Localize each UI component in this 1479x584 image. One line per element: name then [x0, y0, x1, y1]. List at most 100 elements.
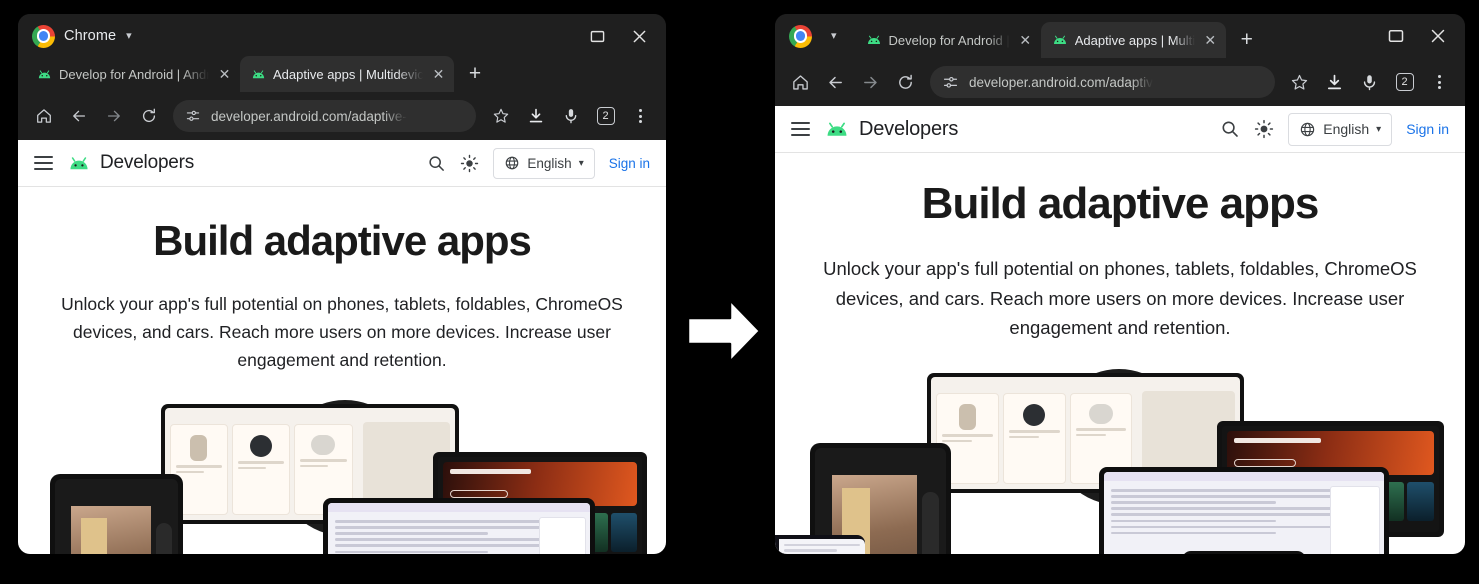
window-controls-right: [1375, 14, 1459, 58]
tab-close-icon[interactable]: ✕: [1202, 32, 1219, 49]
android-icon: [67, 154, 91, 173]
address-bar-left[interactable]: developer.android.com/adaptive-: [173, 100, 476, 132]
tab-title: Develop for Android |: [889, 33, 1010, 48]
url-text[interactable]: developer.android.com/adaptive-: [211, 109, 407, 124]
transition-arrow: [684, 293, 764, 374]
maximize-button-right[interactable]: [1375, 16, 1417, 56]
android-icon: [1052, 33, 1068, 47]
tab-count-button-right[interactable]: 2: [1388, 66, 1421, 99]
chrome-logo-icon: [32, 25, 55, 48]
chevron-down-icon[interactable]: ▾: [831, 31, 837, 42]
site-settings-icon[interactable]: [185, 108, 201, 124]
reload-button-left[interactable]: [132, 100, 165, 133]
home-icon: [35, 107, 53, 125]
brightness-icon[interactable]: [460, 154, 479, 173]
home-button-left[interactable]: [27, 100, 60, 133]
tab-adaptive-apps-left[interactable]: Adaptive apps | Multidevic ✕: [240, 56, 454, 92]
page-subtitle: Unlock your app's full potential on phon…: [805, 254, 1435, 343]
page-subtitle: Unlock your app's full potential on phon…: [42, 290, 642, 374]
globe-icon: [504, 155, 520, 171]
search-icon[interactable]: [1220, 119, 1240, 139]
site-header-actions-left: English ▾ Sign in: [427, 148, 650, 179]
tab-close-icon[interactable]: ✕: [430, 66, 447, 83]
site-header-left: Developers English ▾ Sign in: [18, 140, 666, 187]
back-button-left[interactable]: [62, 100, 95, 133]
tab-close-icon[interactable]: ✕: [216, 66, 233, 83]
sign-in-link-left[interactable]: Sign in: [609, 156, 650, 171]
search-icon[interactable]: [427, 154, 446, 173]
tab-count-button-left[interactable]: 2: [589, 100, 622, 133]
back-button-right[interactable]: [819, 66, 852, 99]
hero-section-left: Build adaptive apps Unlock your app's fu…: [18, 187, 666, 374]
device-illustration-left: [18, 400, 666, 554]
forward-arrow-icon: [105, 107, 123, 125]
site-brand-right[interactable]: Developers: [824, 118, 958, 141]
tab-count-badge: 2: [597, 107, 615, 125]
url-text[interactable]: developer.android.com/adaptiv: [969, 75, 1153, 90]
small-tablet-graphic: [775, 535, 865, 554]
globe-icon: [1299, 121, 1316, 138]
chrome-menu-button-right[interactable]: [1423, 66, 1456, 99]
tab-develop-for-android-right[interactable]: Develop for Android | ✕: [855, 22, 1041, 58]
reload-button-right[interactable]: [889, 66, 922, 99]
page-title: Build adaptive apps: [789, 179, 1451, 228]
chrome-app-label: Chrome: [64, 28, 116, 44]
site-header-actions-right: English ▾ Sign in: [1220, 113, 1449, 146]
hamburger-icon[interactable]: [791, 122, 810, 136]
voice-search-button-right[interactable]: [1353, 66, 1386, 99]
microphone-icon: [562, 107, 580, 125]
laptop-device-graphic: [323, 498, 595, 554]
chrome-menu-button-left[interactable]: [624, 100, 657, 133]
reload-icon: [140, 107, 158, 125]
tab-adaptive-apps-right[interactable]: Adaptive apps | Multi ✕: [1041, 22, 1226, 58]
phone-chart-graphic: [1182, 551, 1306, 554]
language-selector-right[interactable]: English ▾: [1288, 113, 1392, 146]
device-illustration-right: [775, 369, 1465, 554]
maximize-icon: [1388, 28, 1404, 44]
new-tab-button-right[interactable]: +: [1232, 25, 1262, 55]
microphone-icon: [1360, 73, 1379, 92]
kebab-menu-icon: [639, 109, 642, 123]
star-icon: [492, 107, 510, 125]
downloads-button-left[interactable]: [519, 100, 552, 133]
tab-title: Adaptive apps | Multidevic: [273, 67, 423, 82]
android-icon: [824, 119, 850, 140]
page-viewport-right: Developers English ▾ Sign in Build adapt…: [775, 106, 1465, 554]
tab-count-badge: 2: [1396, 73, 1414, 91]
right-arrow-icon: [684, 293, 764, 369]
home-button-right[interactable]: [784, 66, 817, 99]
close-button-right[interactable]: [1417, 16, 1459, 56]
hero-section-right: Build adaptive apps Unlock your app's fu…: [775, 153, 1465, 343]
chevron-down-icon: ▾: [579, 158, 584, 169]
home-icon: [791, 73, 810, 92]
new-tab-button-left[interactable]: +: [460, 59, 490, 89]
site-brand-left[interactable]: Developers: [67, 152, 194, 174]
chrome-app-menu-right[interactable]: ▾: [783, 14, 841, 58]
forward-button-right[interactable]: [854, 66, 887, 99]
tab-close-icon[interactable]: ✕: [1017, 32, 1034, 49]
download-icon: [1325, 73, 1344, 92]
page-title: Build adaptive apps: [32, 217, 652, 264]
language-selector-left[interactable]: English ▾: [493, 148, 594, 179]
browser-toolbar-left: developer.android.com/adaptive- 2: [18, 92, 666, 140]
language-label: English: [1323, 121, 1369, 137]
tab-title: Adaptive apps | Multi: [1075, 33, 1195, 48]
tab-develop-for-android-left[interactable]: Develop for Android | Andr ✕: [26, 56, 240, 92]
forward-arrow-icon: [861, 73, 880, 92]
site-brand-label: Developers: [859, 118, 958, 141]
sign-in-link-right[interactable]: Sign in: [1406, 121, 1449, 137]
browser-window-left: Chrome ▾ Develo: [18, 14, 666, 554]
forward-button-left[interactable]: [97, 100, 130, 133]
downloads-button-right[interactable]: [1318, 66, 1351, 99]
bookmark-button-right[interactable]: [1283, 66, 1316, 99]
download-icon: [527, 107, 545, 125]
page-viewport-left: Developers English ▾ Sign in Build adapt…: [18, 140, 666, 554]
voice-search-button-left[interactable]: [554, 100, 587, 133]
site-settings-icon[interactable]: [942, 74, 959, 91]
address-bar-right[interactable]: developer.android.com/adaptiv: [930, 66, 1275, 98]
bookmark-button-left[interactable]: [484, 100, 517, 133]
site-header-right: Developers English ▾ Sign in: [775, 106, 1465, 153]
brightness-icon[interactable]: [1254, 119, 1274, 139]
chevron-down-icon[interactable]: ▾: [126, 31, 132, 42]
hamburger-icon[interactable]: [34, 156, 53, 170]
